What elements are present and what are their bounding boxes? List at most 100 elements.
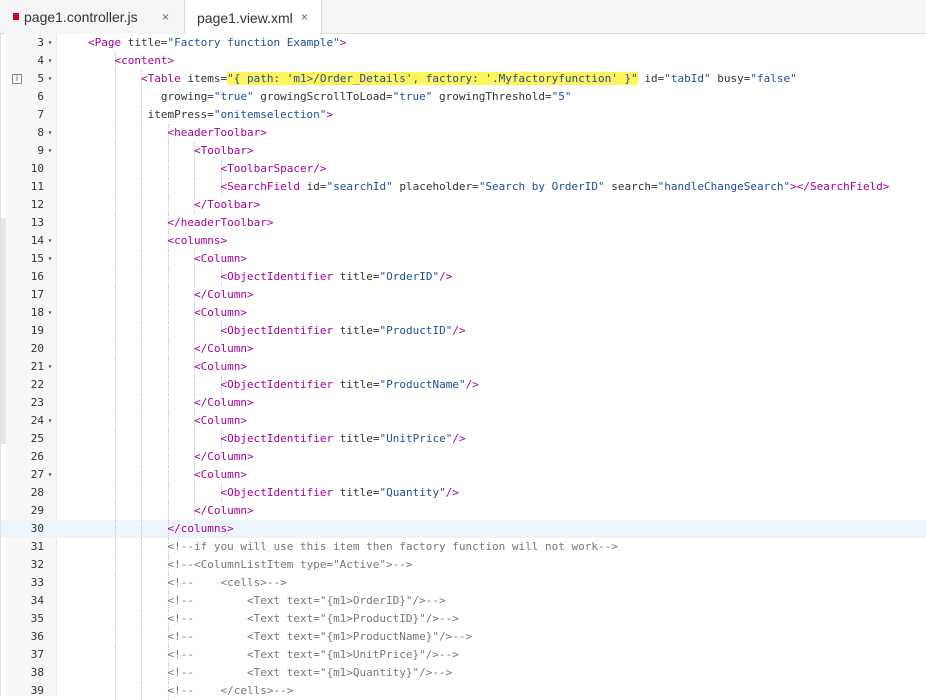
code-line[interactable]: 9 ▾ <Toolbar> [1, 142, 926, 160]
code-line[interactable]: 19 <ObjectIdentifier title="ProductID"/> [1, 322, 926, 340]
tab-page1-view[interactable]: page1.view.xml × [184, 0, 322, 35]
code-line[interactable]: 30 </columns> [1, 520, 926, 538]
code-token: growingThreshold= [439, 90, 552, 103]
code-line[interactable]: 8 ▾ <headerToolbar> [1, 124, 926, 142]
fold-arrow-icon[interactable]: ▾ [46, 142, 54, 160]
code-token: /> [445, 486, 459, 499]
close-icon[interactable]: × [301, 11, 308, 23]
line-number: 10 [30, 162, 44, 175]
indent-guide [114, 124, 116, 142]
code-line[interactable]: 17 </Column> [1, 286, 926, 304]
code-line[interactable]: 33 <!-- <cells>--> [1, 574, 926, 592]
code-editor[interactable]: 3 ▾ <Page title="Factory function Example"… [0, 34, 926, 700]
code-line[interactable]: 36 <!-- <Text text="{m1>ProductName}"/>--… [1, 628, 926, 646]
code-line[interactable]: 3 ▾ <Page title="Factory function Example"… [1, 34, 926, 52]
close-icon[interactable]: × [162, 11, 169, 23]
code-token: <ObjectIdentifier [220, 486, 340, 499]
code-token: <content> [114, 54, 175, 67]
fold-arrow-icon[interactable]: ▾ [46, 250, 54, 268]
code-text: <ToolbarSpacer/> [221, 160, 327, 178]
code-token: <!-- <Text text="{m1>ProductID}"/>--> [167, 612, 459, 625]
code-token: <!-- <Text text="{m1>OrderID}"/>--> [167, 594, 446, 607]
code-line[interactable]: 11 <SearchField id="searchId" placeholder… [1, 178, 926, 196]
code-line[interactable]: 28 <ObjectIdentifier title="Quantity"/> [1, 484, 926, 502]
indent-guide [141, 322, 142, 340]
indent-guide [114, 286, 116, 304]
fold-arrow-icon[interactable]: ▾ [46, 34, 54, 52]
code-line[interactable]: 21 ▾ <Column> [1, 358, 926, 376]
code-line[interactable]: 29 </Column> [1, 502, 926, 520]
indent-guide [194, 178, 195, 196]
code-token: <Column> [194, 252, 247, 265]
indent-guide [114, 502, 116, 520]
code-token: "false" [750, 72, 797, 85]
code-token: <!-- <Text text="{m1>ProductName}"/>--> [167, 630, 473, 643]
code-line[interactable]: 32 <!--<ColumnListItem type="Active">--> [1, 556, 926, 574]
indent-guide [114, 88, 116, 106]
fold-arrow-icon[interactable]: ▾ [46, 232, 54, 250]
fold-arrow-icon[interactable]: ▾ [46, 412, 54, 430]
fold-arrow-icon[interactable]: ▾ [46, 358, 54, 376]
indent-guide [167, 250, 169, 268]
code-line[interactable]: i 5 ▾ <Table items="{ path: 'm1>/Order_Deta… [1, 70, 926, 88]
indent-guide [167, 178, 169, 196]
code-text: <Column> [194, 412, 247, 430]
indent-guide [114, 466, 116, 484]
line-number: 13 [30, 216, 44, 229]
code-token: <ToolbarSpacer/> [220, 162, 327, 175]
code-token: <Toolbar> [194, 144, 254, 157]
line-number: 38 [30, 666, 44, 679]
code-text: growing="true" growingScrollToLoad="true… [161, 88, 572, 106]
indent-guide [141, 412, 142, 430]
code-text: </Toolbar> [194, 196, 260, 214]
code-line[interactable]: 20 </Column> [1, 340, 926, 358]
code-line[interactable]: 22 <ObjectIdentifier title="ProductName"/… [1, 376, 926, 394]
code-line[interactable]: 10 <ToolbarSpacer/> [1, 160, 926, 178]
indent-guide [141, 106, 142, 124]
code-token: </Column> [194, 396, 254, 409]
code-line[interactable]: 24 ▾ <Column> [1, 412, 926, 430]
indent-guide [141, 448, 142, 466]
code-line[interactable]: 27 ▾ <Column> [1, 466, 926, 484]
code-text: <ObjectIdentifier title="UnitPrice"/> [221, 430, 466, 448]
line-number: 11 [30, 180, 44, 193]
code-line[interactable]: 39 <!-- </cells>--> [1, 682, 926, 700]
code-line[interactable]: 6 growing="true" growingScrollToLoad="tru… [1, 88, 926, 106]
code-token: "handleChangeSearch" [657, 180, 791, 193]
fold-arrow-icon[interactable]: ▾ [46, 124, 54, 142]
fold-arrow-icon[interactable]: ▾ [46, 304, 54, 322]
code-text: <ObjectIdentifier title="ProductID"/> [221, 322, 466, 340]
code-line[interactable]: 4 ▾ <content> [1, 52, 926, 70]
line-number: 34 [30, 594, 44, 607]
code-line[interactable]: 15 ▾ <Column> [1, 250, 926, 268]
code-line[interactable]: 35 <!-- <Text text="{m1>ProductID}"/>--> [1, 610, 926, 628]
fold-arrow-icon[interactable]: ▾ [46, 52, 54, 70]
code-line[interactable]: 18 ▾ <Column> [1, 304, 926, 322]
indent-guide [114, 574, 116, 592]
code-line[interactable]: 38 <!-- <Text text="{m1>Quantity}"/>--> [1, 664, 926, 682]
tab-page1-controller[interactable]: page1.controller.js × [4, 0, 184, 34]
code-line[interactable]: 14 ▾ <columns> [1, 232, 926, 250]
code-token: search= [611, 180, 658, 193]
code-line[interactable]: 23 </Column> [1, 394, 926, 412]
indent-guide [167, 340, 169, 358]
code-line[interactable]: 13 </headerToolbar> [1, 214, 926, 232]
code-token: <ObjectIdentifier [220, 270, 340, 283]
code-line[interactable]: 12 </Toolbar> [1, 196, 926, 214]
line-number: 20 [30, 342, 44, 355]
code-token: title= [339, 324, 380, 337]
indent-guide [167, 376, 169, 394]
code-line[interactable]: 26 </Column> [1, 448, 926, 466]
code-line[interactable]: 7 itemPress="onitemselection"> [1, 106, 926, 124]
indent-guide [141, 286, 142, 304]
indent-guide [141, 646, 142, 664]
fold-arrow-icon[interactable]: ▾ [46, 70, 54, 88]
code-line[interactable]: 16 <ObjectIdentifier title="OrderID"/> [1, 268, 926, 286]
indent-guide [114, 610, 116, 628]
code-line[interactable]: 37 <!-- <Text text="{m1>UnitPrice}"/>--> [1, 646, 926, 664]
code-line[interactable]: 34 <!-- <Text text="{m1>OrderID}"/>--> [1, 592, 926, 610]
code-text: <SearchField id="searchId" placeholder="… [221, 178, 890, 196]
fold-arrow-icon[interactable]: ▾ [46, 466, 54, 484]
code-line[interactable]: 25 <ObjectIdentifier title="UnitPrice"/> [1, 430, 926, 448]
code-line[interactable]: 31 <!--if you will use this item then fac… [1, 538, 926, 556]
